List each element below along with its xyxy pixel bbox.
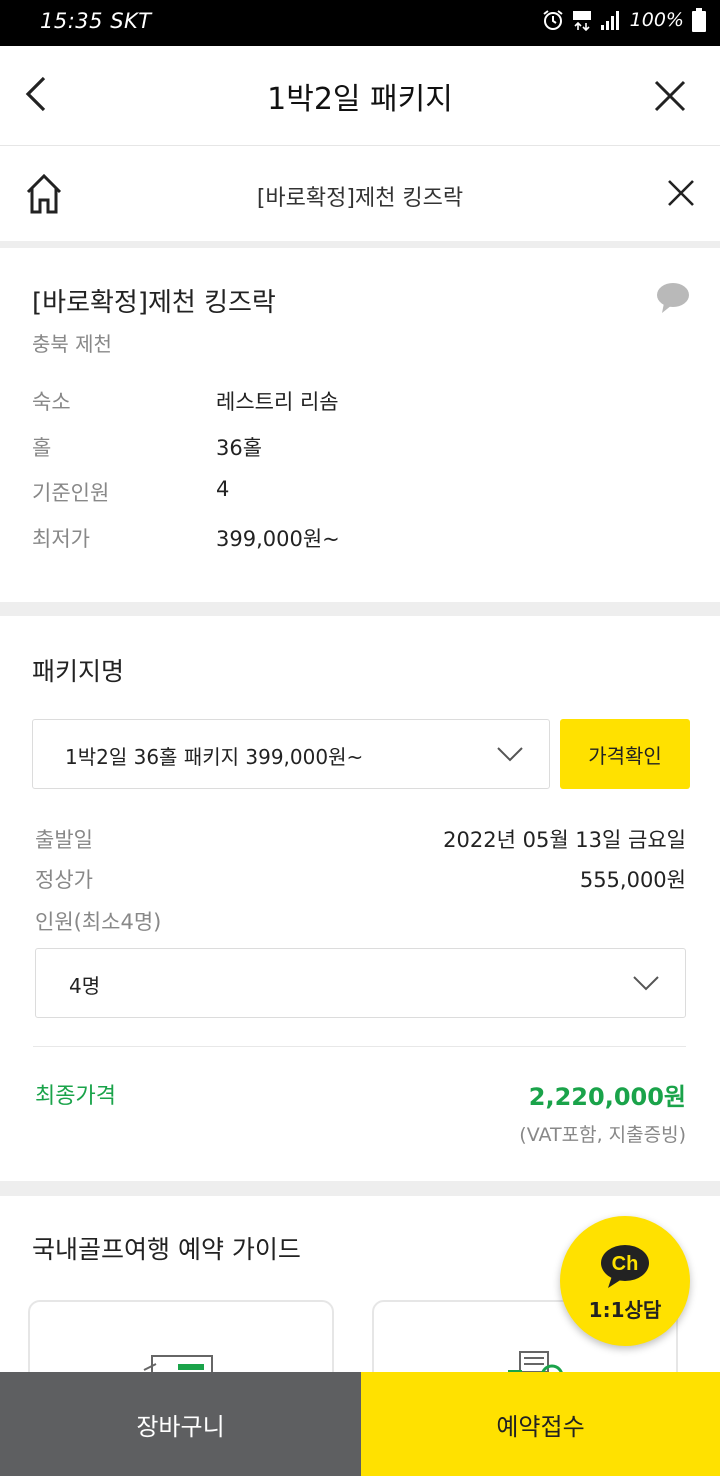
package-select[interactable]: 1박2일 36홀 패키지 399,000원~ bbox=[32, 719, 550, 789]
chat-badge-text: Ch bbox=[612, 1253, 639, 1275]
chat-bubble-icon: Ch bbox=[601, 1245, 649, 1288]
info-label: 숙소 bbox=[32, 390, 71, 414]
close-icon[interactable] bbox=[650, 76, 690, 116]
lte-icon bbox=[572, 11, 591, 31]
status-time: 15:35 SKT bbox=[40, 9, 152, 33]
close-tab-icon[interactable] bbox=[666, 178, 696, 208]
guide-heading: 국내골프여행 예약 가이드 bbox=[32, 1235, 301, 1264]
info-value: 36홀 bbox=[216, 436, 263, 460]
signal-icon bbox=[600, 11, 619, 30]
departure-label: 출발일 bbox=[35, 828, 93, 852]
alarm-icon bbox=[543, 10, 563, 30]
price-check-button[interactable]: 가격확인 bbox=[560, 719, 690, 789]
chevron-down-icon bbox=[497, 747, 523, 762]
cart-button[interactable]: 장바구니 bbox=[0, 1372, 361, 1476]
section-divider bbox=[0, 1181, 720, 1196]
info-label: 기준인원 bbox=[32, 481, 110, 505]
page-title: 1박2일 패키지 bbox=[267, 82, 453, 117]
chat-label: 1:1상담 bbox=[588, 1298, 662, 1322]
bottom-action-bar: 장바구니 예약접수 bbox=[0, 1372, 720, 1476]
section-divider bbox=[0, 602, 720, 616]
section-divider bbox=[0, 241, 720, 248]
package-select-value: 1박2일 36홀 패키지 399,000원~ bbox=[65, 745, 364, 769]
status-icons: 100% bbox=[542, 8, 706, 32]
info-value: 4 bbox=[216, 477, 230, 501]
separator bbox=[33, 1046, 686, 1047]
course-name: [바로확정]제천 킹즈락 bbox=[32, 288, 276, 318]
reserve-button[interactable]: 예약접수 bbox=[361, 1372, 720, 1476]
regular-price-label: 정상가 bbox=[35, 868, 93, 892]
status-bar: 15:35 SKT 100% bbox=[0, 0, 720, 46]
subbar-title: [바로확정]제천 킹즈락 bbox=[256, 186, 464, 211]
info-value: 399,000원~ bbox=[216, 527, 340, 551]
comment-icon[interactable] bbox=[656, 282, 690, 314]
package-heading: 패키지명 bbox=[32, 657, 125, 686]
final-price-label: 최종가격 bbox=[35, 1084, 116, 1109]
battery-percent: 100% bbox=[629, 9, 684, 31]
course-region: 충북 제천 bbox=[32, 332, 112, 356]
people-select-value: 4명 bbox=[69, 974, 101, 998]
course-subbar: [바로확정]제천 킹즈락 bbox=[0, 146, 720, 242]
battery-icon bbox=[692, 8, 706, 32]
chevron-down-icon bbox=[633, 976, 659, 991]
people-select[interactable]: 4명 bbox=[35, 948, 686, 1018]
people-label: 인원(최소4명) bbox=[35, 910, 162, 934]
app-bar: 1박2일 패키지 bbox=[0, 46, 720, 146]
final-price-value: 2,220,000원 bbox=[528, 1083, 686, 1111]
info-label: 홀 bbox=[32, 436, 52, 460]
kakao-chat-button[interactable]: Ch 1:1상담 bbox=[560, 1216, 690, 1346]
info-label: 최저가 bbox=[32, 527, 90, 551]
regular-price-value: 555,000원 bbox=[579, 868, 686, 892]
departure-value: 2022년 05월 13일 금요일 bbox=[443, 828, 686, 852]
vat-note: (VAT포함, 지출증빙) bbox=[519, 1124, 686, 1146]
info-value: 레스트리 리솜 bbox=[216, 390, 339, 414]
